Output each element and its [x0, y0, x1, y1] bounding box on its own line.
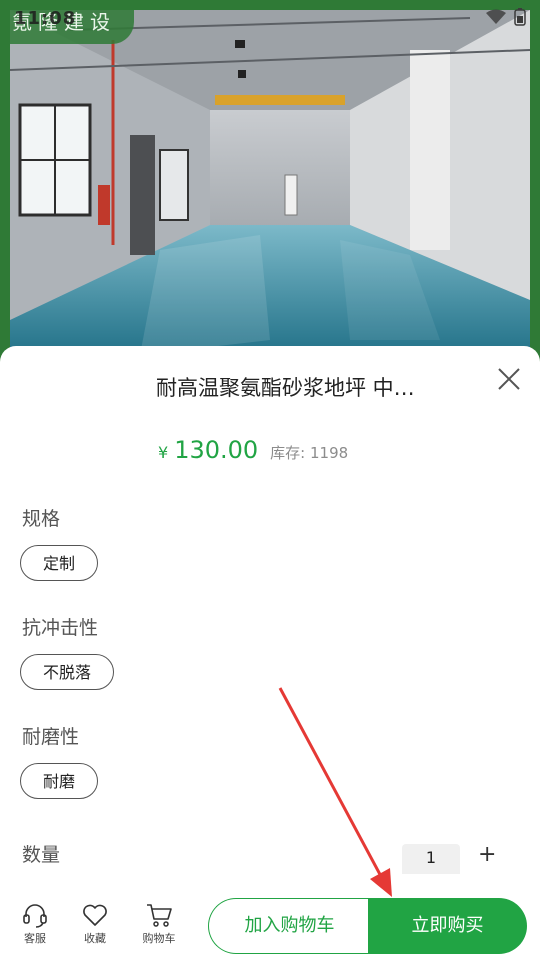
add-to-cart-button[interactable]: 加入购物车: [208, 898, 370, 954]
status-icons: [486, 8, 526, 30]
close-button[interactable]: [494, 364, 524, 394]
customer-service-button[interactable]: 客服: [10, 902, 60, 946]
option-label-spec: 规格: [22, 508, 61, 530]
product-price: 130.00: [174, 436, 259, 464]
product-image: [10, 10, 530, 360]
product-title: 耐高温聚氨酯砂浆地坪 中…: [156, 376, 415, 400]
option-chip-wear[interactable]: 耐磨: [20, 763, 99, 799]
cart-button[interactable]: 购物车: [134, 902, 184, 946]
currency-symbol: ¥: [158, 443, 169, 462]
shopping-cart-icon: [134, 902, 184, 928]
buy-now-button[interactable]: 立即购买: [368, 898, 527, 954]
app-screen: 氪隆建设 11:08 耐高温聚氨酯砂浆地坪 中… ¥ 130.00 库存: 11…: [0, 0, 540, 960]
stock-count: 库存: 1198: [270, 444, 349, 462]
wifi-icon: [486, 9, 506, 29]
cart-label: 购物车: [142, 932, 176, 945]
option-label-impact: 抗冲击性: [22, 617, 99, 639]
close-icon: [494, 364, 524, 394]
quantity-label: 数量: [22, 844, 61, 866]
battery-icon: [514, 8, 526, 30]
option-label-wear: 耐磨性: [22, 726, 80, 748]
headset-icon: [10, 902, 60, 928]
heart-icon: [70, 902, 120, 928]
quantity-input[interactable]: 1: [402, 844, 460, 874]
favorite-button[interactable]: 收藏: [70, 902, 120, 946]
price-row: ¥ 130.00 库存: 1198: [158, 436, 348, 464]
option-chip-impact[interactable]: 不脱落: [20, 654, 115, 690]
quantity-plus-button[interactable]: +: [478, 842, 496, 867]
customer-service-label: 客服: [24, 932, 46, 945]
status-time: 11:08: [14, 8, 77, 29]
favorite-label: 收藏: [84, 932, 106, 945]
option-chip-spec[interactable]: 定制: [20, 545, 99, 581]
